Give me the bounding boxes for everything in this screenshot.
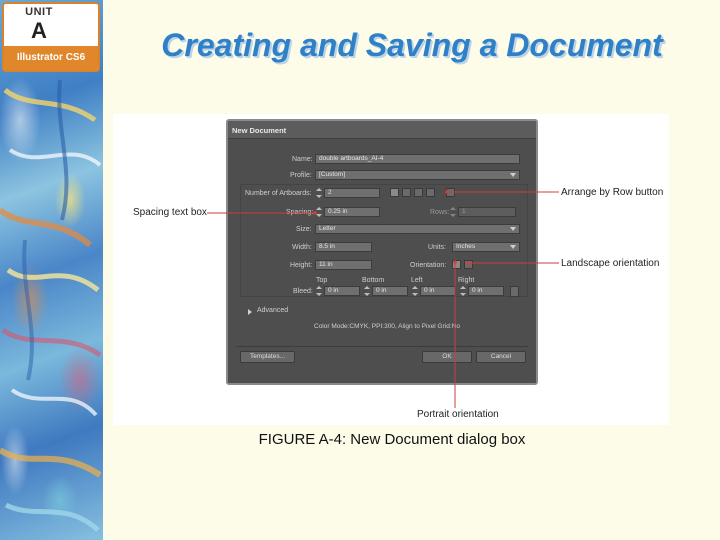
- callout-leader-lines: [207, 190, 559, 408]
- callout-landscape-orientation: Landscape orientation: [561, 258, 660, 269]
- callout-spacing-text-box: Spacing text box: [133, 207, 207, 218]
- figure-caption: FIGURE A-4: New Document dialog box: [258, 431, 526, 448]
- callout-arrange-by-row: Arrange by Row button: [561, 187, 664, 198]
- arrange-row-dot: [445, 190, 449, 194]
- callout-portrait-orientation: Portrait orientation: [417, 409, 499, 420]
- portrait-dot: [453, 260, 457, 264]
- spacing-dot: [313, 211, 317, 215]
- landscape-dot: [466, 261, 470, 265]
